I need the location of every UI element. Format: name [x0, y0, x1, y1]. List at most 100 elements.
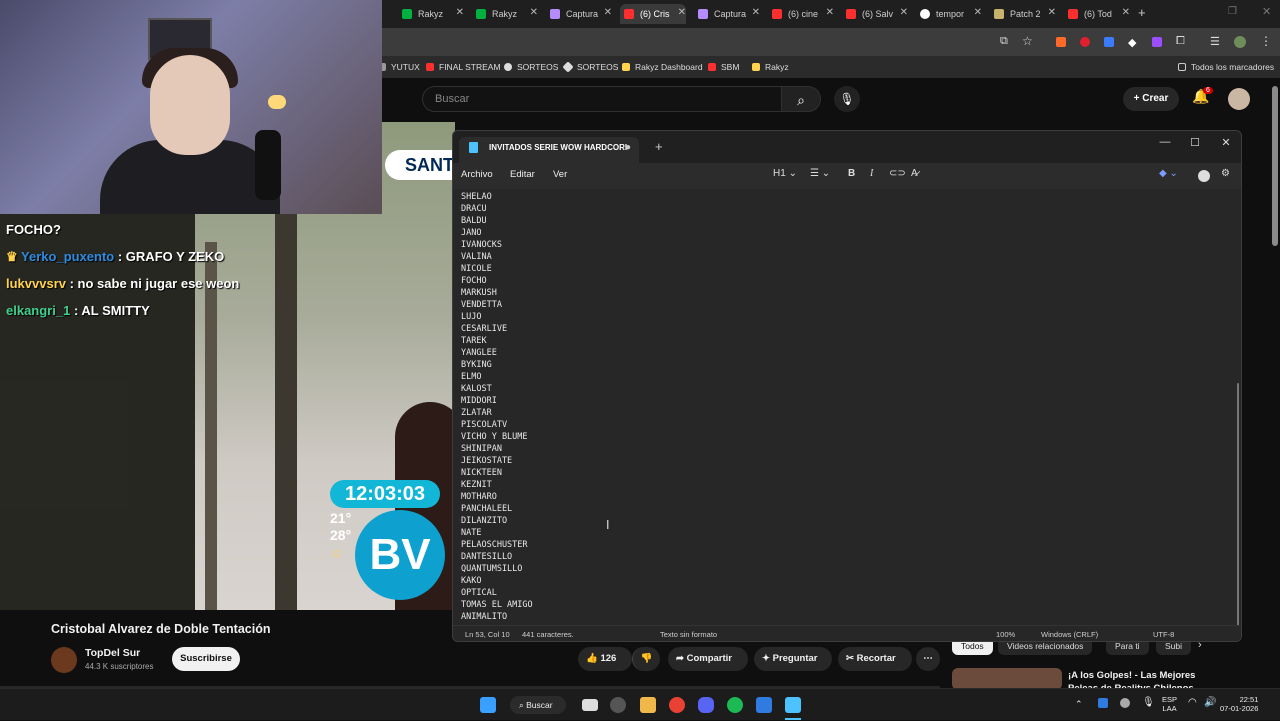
notepad-line[interactable]: VENDETTA	[461, 299, 533, 311]
account-icon[interactable]	[1198, 170, 1210, 182]
notepad-line[interactable]: IVANOCKS	[461, 239, 533, 251]
notepad-line[interactable]: DANTESILLO	[461, 551, 533, 563]
search-input[interactable]: Buscar	[422, 86, 782, 112]
like-button[interactable]: 👍 126	[578, 647, 632, 671]
notepad-line[interactable]: PANCHALEEL	[461, 503, 533, 515]
notepad-line[interactable]: FOCHO	[461, 275, 533, 287]
notepad-line[interactable]: JEIKOSTATE	[461, 455, 533, 467]
browser-tab[interactable]: Rakyz ✕	[472, 4, 538, 24]
cast-icon[interactable]: ⧉	[1000, 35, 1008, 48]
app-icon[interactable]	[610, 697, 626, 713]
notepad-line[interactable]: CESARLIVE	[461, 323, 533, 335]
kebab-menu-icon[interactable]: ⋮	[1260, 34, 1272, 48]
browser-tab[interactable]: Captura ✕	[546, 4, 612, 24]
create-button[interactable]: + Crear	[1123, 87, 1179, 111]
close-tab-icon[interactable]: ✕	[1122, 7, 1130, 18]
notepad-line[interactable]: KEZNIT	[461, 479, 533, 491]
taskbar-search[interactable]: ⌕ Buscar	[510, 696, 566, 714]
extension-icon[interactable]	[1104, 37, 1114, 47]
discord-icon[interactable]	[698, 697, 714, 713]
notepad-line[interactable]: VICHO Y BLUME	[461, 431, 533, 443]
notepad-line[interactable]: ZLATAR	[461, 407, 533, 419]
close-icon[interactable]: ✕	[1211, 136, 1241, 149]
browser-tab[interactable]: Captura ✕	[694, 4, 760, 24]
line-ending[interactable]: Windows (CRLF)	[1041, 630, 1098, 639]
notepad-line[interactable]: TOMAS EL AMIGO	[461, 599, 533, 611]
italic-icon[interactable]: I	[870, 168, 873, 179]
notepad-text-area[interactable]: CORXEASHELAODRACUBALDUJANOIVANOCKSVALINA…	[453, 189, 1241, 625]
browser-tab[interactable]: (6) cine ✕	[768, 4, 834, 24]
extension-icon[interactable]	[1152, 37, 1162, 47]
close-tab-icon[interactable]: ✕	[678, 7, 686, 18]
menu-lines-icon[interactable]: ☰	[1210, 35, 1220, 48]
menu-view[interactable]: Ver	[553, 169, 567, 180]
encoding[interactable]: UTF-8	[1153, 630, 1174, 639]
text-format[interactable]: Texto sin formato	[660, 630, 717, 639]
bookmark-item[interactable]: SORTEOS	[562, 61, 618, 73]
bookmark-item[interactable]: SBM	[708, 62, 739, 72]
notepad-line[interactable]: BYKING	[461, 359, 533, 371]
notepad-line[interactable]: KAKO	[461, 575, 533, 587]
channel-name[interactable]: TopDel Sur	[85, 647, 140, 659]
bookmark-item[interactable]: FINAL STREAM	[426, 62, 501, 72]
window-restore-icon[interactable]: ❐	[1228, 6, 1237, 17]
notepad-line[interactable]: MOTHARO	[461, 491, 533, 503]
clock[interactable]: 22:51 07-01-2026	[1220, 695, 1258, 713]
new-tab-icon[interactable]: +	[655, 139, 663, 154]
clip-button[interactable]: ✂ Recortar	[838, 647, 912, 671]
windows-start-icon[interactable]	[480, 697, 496, 713]
notepad-scrollbar[interactable]	[1237, 383, 1239, 625]
notepad-tab[interactable]: INVITADOS SERIE WOW HARDCORI ●	[459, 137, 639, 163]
channel-avatar[interactable]	[51, 647, 77, 673]
browser-tab[interactable]: Patch 2 ✕	[990, 4, 1056, 24]
browser-tab[interactable]: (6) Tod ✕	[1064, 4, 1130, 24]
notepad-line[interactable]: MARKUSH	[461, 287, 533, 299]
keyboard-language[interactable]: ESP LAA	[1162, 695, 1177, 713]
wifi-icon[interactable]: ◠	[1188, 697, 1197, 708]
notepad-line[interactable]: MIDDORI	[461, 395, 533, 407]
new-tab-icon[interactable]: +	[1138, 5, 1146, 20]
bookmark-item[interactable]: Rakyz Dashboard	[622, 62, 703, 72]
menu-edit[interactable]: Editar	[510, 169, 535, 180]
chevron-up-icon[interactable]: ⌃	[1075, 699, 1083, 710]
bookmark-star-icon[interactable]: ☆	[1022, 34, 1033, 48]
notepad-line[interactable]: PISCOLATV	[461, 419, 533, 431]
notepad-line[interactable]: YANGLEE	[461, 347, 533, 359]
notepad-line[interactable]: DILANZITO	[461, 515, 533, 527]
close-tab-icon[interactable]: ✕	[974, 7, 982, 18]
close-tab-icon[interactable]: ✕	[604, 7, 612, 18]
avatar[interactable]	[1228, 88, 1250, 110]
browser-tab[interactable]: (6) Salv ✕	[842, 4, 908, 24]
notepad-line[interactable]: OPTICAL	[461, 587, 533, 599]
notepad-line[interactable]: JANO	[461, 227, 533, 239]
more-actions-button[interactable]: ⋯	[916, 647, 940, 671]
notepad-line[interactable]: NICKTEEN	[461, 467, 533, 479]
extension-icon[interactable]: ◆	[1128, 36, 1136, 49]
vscode-icon[interactable]	[756, 697, 772, 713]
browser-tab[interactable]: tempor ✕	[916, 4, 982, 24]
spotify-icon[interactable]	[727, 697, 743, 713]
close-tab-icon[interactable]: ✕	[900, 7, 908, 18]
microphone-icon[interactable]: 🎙	[834, 86, 860, 112]
notepad-line[interactable]: NATE	[461, 527, 533, 539]
page-scrollbar[interactable]	[1272, 86, 1278, 246]
close-tab-icon[interactable]: ✕	[1048, 7, 1056, 18]
all-bookmarks[interactable]: Todos los marcadores	[1178, 62, 1274, 72]
list-dropdown[interactable]: ☰ ⌄	[810, 168, 830, 179]
close-tab-icon[interactable]: ✕	[826, 7, 834, 18]
task-view-icon[interactable]	[582, 699, 598, 711]
maximize-icon[interactable]: ☐	[1180, 136, 1210, 149]
browser-tab[interactable]: Rakyz ✕	[398, 4, 464, 24]
minimize-icon[interactable]: —	[1150, 136, 1180, 148]
menu-file[interactable]: Archivo	[461, 169, 493, 180]
close-tab-icon[interactable]: ✕	[752, 7, 760, 18]
notepad-line[interactable]: BALDU	[461, 215, 533, 227]
notepad-line[interactable]: DRACU	[461, 203, 533, 215]
browser-tab-active[interactable]: (6) Cris ✕	[620, 4, 686, 24]
ask-button[interactable]: ✦ Preguntar	[754, 647, 832, 671]
notepad-line[interactable]: VALINA	[461, 251, 533, 263]
tray-app-icon[interactable]	[1120, 698, 1130, 708]
notepad-line[interactable]: QUANTUMSILLO	[461, 563, 533, 575]
heading-dropdown[interactable]: H1 ⌄	[773, 168, 797, 179]
share-button[interactable]: ➦ Compartir	[668, 647, 748, 671]
